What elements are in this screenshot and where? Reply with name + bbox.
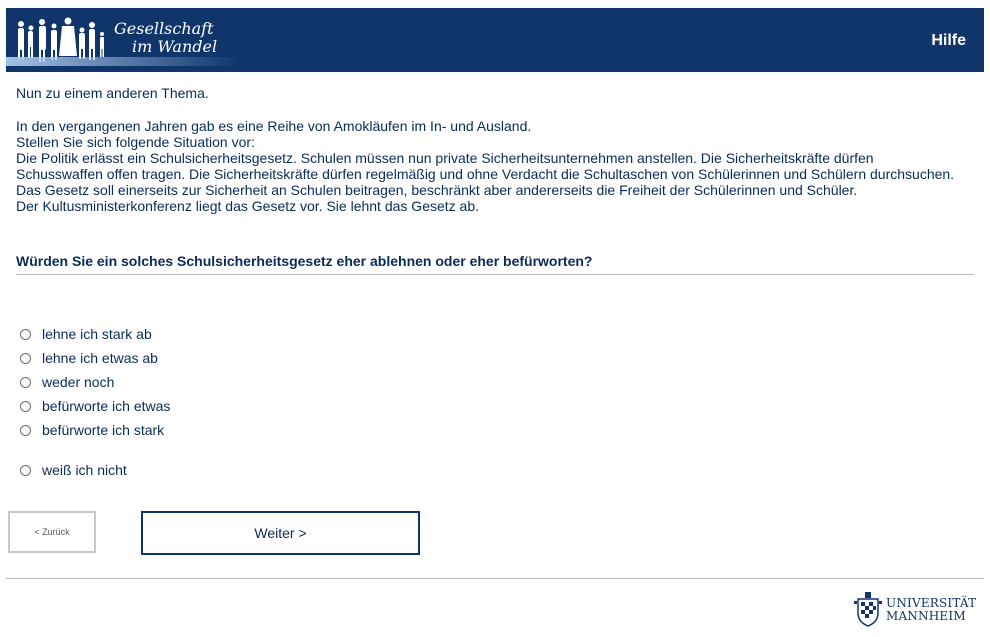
- intro-paragraph-4: Der Kultusministerkonferenz liegt das Ge…: [16, 198, 480, 214]
- radio-button[interactable]: [20, 376, 31, 388]
- option-weder-noch[interactable]: weder noch: [20, 374, 114, 390]
- option-label: lehne ich stark ab: [42, 326, 152, 342]
- uni-line-2: MANNHEIM: [886, 609, 966, 623]
- universitaet-mannheim-logo: UNIVERSITÄT MANNHEIM: [852, 591, 986, 629]
- university-name: UNIVERSITÄT MANNHEIM: [886, 597, 976, 623]
- next-button[interactable]: Weiter >: [141, 511, 420, 555]
- radio-button[interactable]: [20, 400, 31, 412]
- radio-button[interactable]: [20, 424, 31, 436]
- radio-button[interactable]: [20, 328, 31, 340]
- logo-line-1: Gesellschaft: [114, 19, 214, 38]
- option-weiss-nicht[interactable]: weiß ich nicht: [20, 462, 127, 478]
- help-link[interactable]: Hilfe: [931, 32, 966, 50]
- intro-paragraph-2: Stellen Sie sich folgende Situation vor:: [16, 134, 255, 150]
- option-label: lehne ich etwas ab: [42, 350, 158, 366]
- gesellschaft-im-wandel-logo: Gesellschaft im Wandel: [6, 8, 256, 72]
- option-label: weder noch: [42, 374, 115, 390]
- radio-button[interactable]: [20, 352, 31, 364]
- radio-button[interactable]: [20, 464, 31, 476]
- option-befuerworte-etwas[interactable]: befürworte ich etwas: [20, 398, 170, 414]
- university-crest-icon: [854, 592, 882, 627]
- intro-paragraph-1: In den vergangenen Jahren gab es eine Re…: [16, 118, 532, 134]
- logo-title: Gesellschaft im Wandel: [114, 20, 217, 56]
- question-intro: Nun zu einem anderen Thema. In den verga…: [16, 85, 956, 214]
- site-header: Gesellschaft im Wandel Hilfe: [6, 8, 984, 72]
- option-lehne-etwas-ab[interactable]: lehne ich etwas ab: [20, 350, 158, 366]
- footer-divider: [6, 578, 984, 579]
- option-lehne-stark-ab[interactable]: lehne ich stark ab: [20, 326, 152, 342]
- back-button[interactable]: < Zurück: [8, 511, 96, 553]
- option-label: befürworte ich etwas: [42, 398, 171, 414]
- intro-line: Nun zu einem anderen Thema.: [16, 85, 209, 101]
- intro-paragraph-3: Die Politik erlässt ein Schulsicherheits…: [16, 150, 955, 198]
- question-text: Würden Sie ein solches Schulsicherheitsg…: [16, 253, 593, 269]
- logo-line-2: im Wandel: [132, 37, 218, 56]
- logo-gradient-band: [6, 57, 241, 66]
- question-divider: [16, 274, 974, 275]
- option-befuerworte-stark[interactable]: befürworte ich stark: [20, 422, 164, 438]
- option-label: befürworte ich stark: [42, 422, 165, 438]
- option-label: weiß ich nicht: [42, 462, 127, 478]
